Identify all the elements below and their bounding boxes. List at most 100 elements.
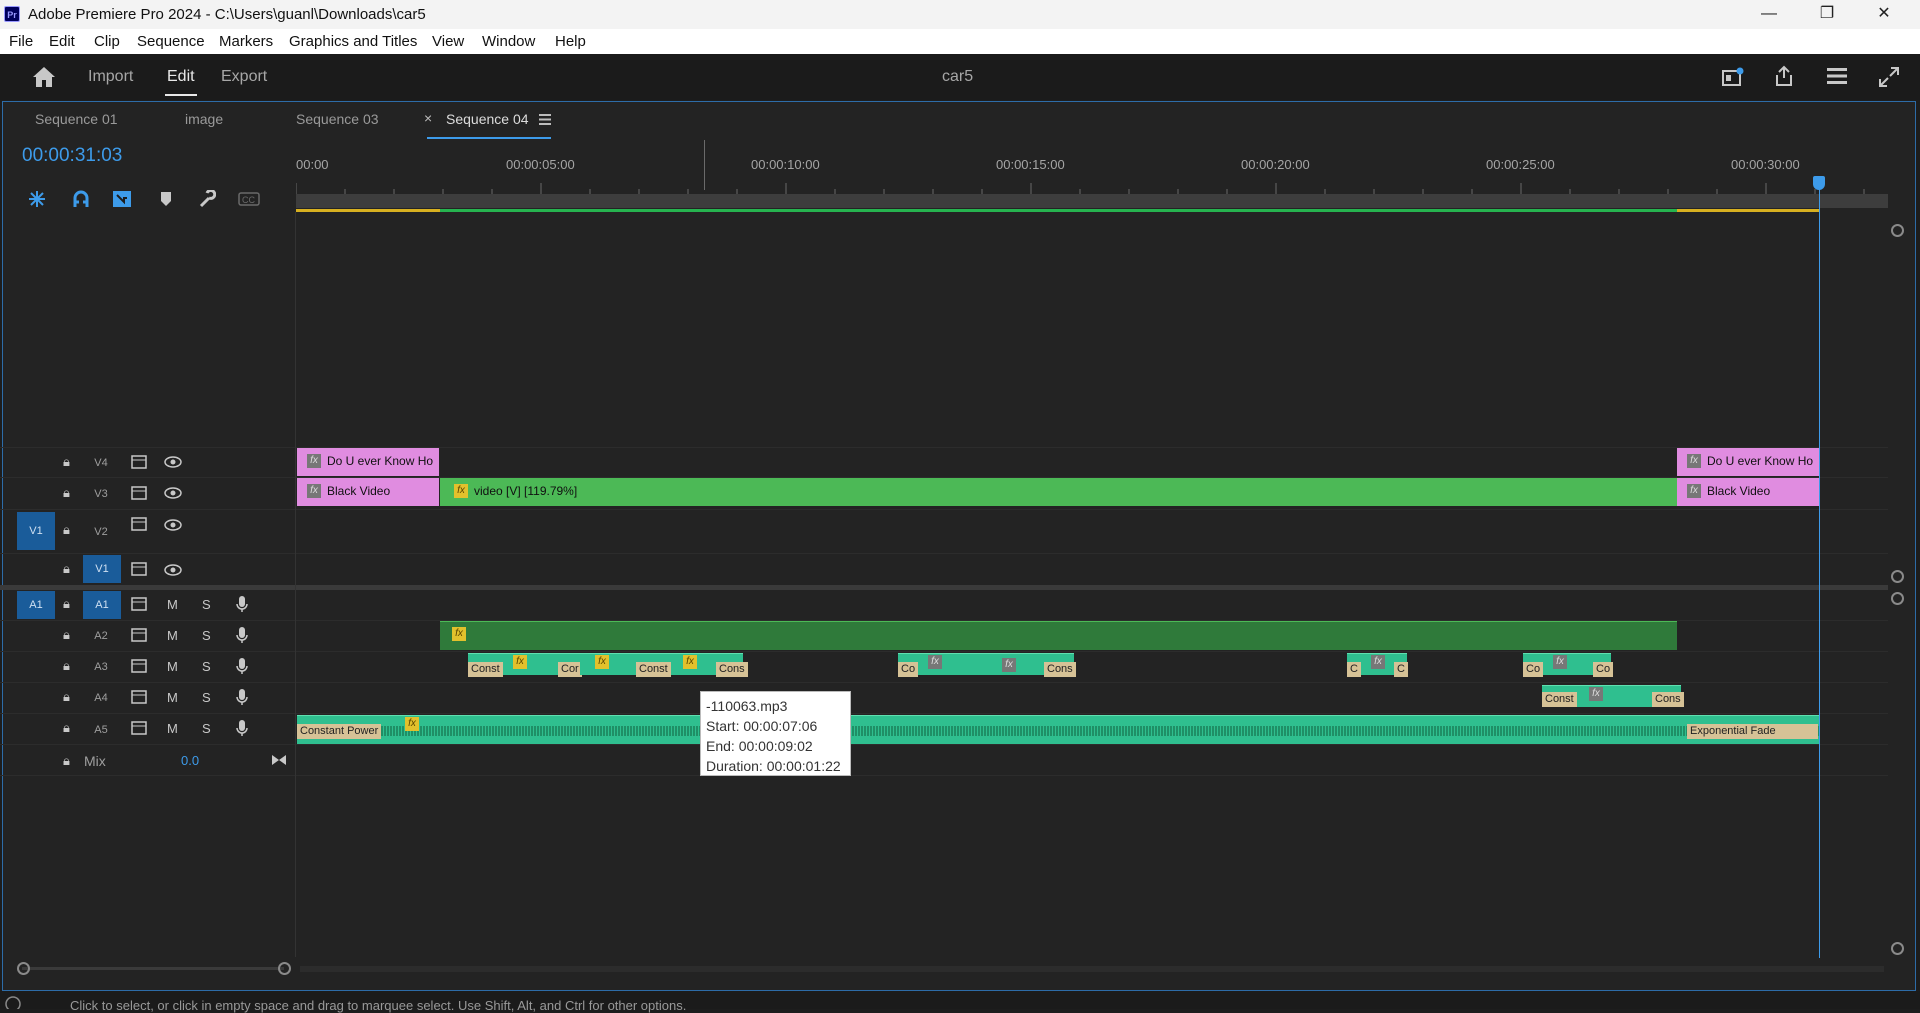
track-name-a5[interactable]: A5	[83, 724, 119, 736]
title-clip[interactable]: fx Do U ever Know Ho	[1677, 448, 1819, 476]
voiceover-mic-icon[interactable]	[236, 719, 248, 737]
sync-lock-icon[interactable]	[131, 597, 147, 611]
source-patch-v1[interactable]: V1	[17, 512, 55, 550]
title-clip[interactable]: fx Do U ever Know Ho	[297, 448, 439, 476]
tab-sequence-03[interactable]: Sequence 03	[296, 111, 379, 127]
timeline-horizontal-scrollbar[interactable]	[300, 966, 1884, 972]
fullscreen-icon[interactable]	[1878, 66, 1900, 88]
audio-clip[interactable]: Const fx Cons	[1542, 685, 1684, 707]
track-name-a2[interactable]: A2	[83, 630, 119, 642]
transition-label[interactable]: Const	[636, 662, 671, 677]
restore-button[interactable]: ❐	[1804, 0, 1850, 29]
mute-button[interactable]: M	[167, 597, 178, 612]
video-scroll-top-knob[interactable]	[1891, 224, 1904, 237]
audio-clip[interactable]: fx Const fx Cons	[580, 653, 748, 677]
mute-button[interactable]: M	[167, 721, 178, 736]
transition-label[interactable]: Exponential Fade	[1687, 724, 1818, 739]
close-window-button[interactable]: ✕	[1861, 0, 1907, 29]
audio-scroll-bottom-knob[interactable]	[1891, 942, 1904, 955]
mute-button[interactable]: M	[167, 628, 178, 643]
toggle-output-eye-icon[interactable]	[164, 564, 182, 576]
import-tab[interactable]: Import	[88, 68, 133, 86]
voiceover-mic-icon[interactable]	[236, 657, 248, 675]
audio-clip[interactable]: Co fx Co	[1523, 653, 1614, 677]
mute-button[interactable]: M	[167, 659, 178, 674]
lock-icon[interactable]: 🔒︎	[63, 561, 70, 577]
nest-icon[interactable]	[28, 190, 46, 208]
audio-clip[interactable]: Co fx fx Cons	[898, 653, 1076, 677]
transition-label[interactable]: Constant Power	[297, 724, 382, 739]
sync-lock-icon[interactable]	[131, 721, 147, 735]
lock-icon[interactable]: 🔒︎	[63, 454, 70, 470]
mix-volume-value[interactable]: 0.0	[181, 753, 199, 768]
zoom-scroll-bar[interactable]	[296, 194, 1888, 208]
menu-markers[interactable]: Markers	[219, 33, 273, 50]
sync-lock-icon[interactable]	[131, 690, 147, 704]
voiceover-mic-icon[interactable]	[236, 626, 248, 644]
menu-clip[interactable]: Clip	[94, 33, 120, 50]
transition-label[interactable]: Co	[1593, 662, 1614, 677]
transition-label[interactable]: Cons	[1044, 662, 1076, 677]
track-name-v2[interactable]: V2	[83, 526, 119, 538]
add-marker-icon[interactable]	[160, 191, 172, 207]
home-icon[interactable]	[32, 66, 56, 88]
track-name-v1[interactable]: V1	[83, 555, 121, 583]
track-name-v3[interactable]: V3	[83, 488, 119, 500]
video-clip[interactable]: fx video [V] [119.79%]	[440, 478, 1677, 506]
header-scroll-knob-right[interactable]	[278, 962, 291, 975]
transition-label[interactable]: Cor	[558, 662, 582, 677]
sync-lock-icon[interactable]	[131, 659, 147, 673]
transition-label[interactable]: C	[1347, 662, 1361, 677]
solo-button[interactable]: S	[202, 659, 211, 674]
solo-button[interactable]: S	[202, 721, 211, 736]
lock-icon[interactable]: 🔒︎	[63, 522, 70, 538]
close-tab-icon[interactable]: ×	[424, 110, 432, 126]
share-icon[interactable]	[1774, 65, 1794, 87]
snap-icon[interactable]	[72, 190, 90, 208]
quick-export-icon[interactable]	[1722, 67, 1744, 87]
voiceover-mic-icon[interactable]	[236, 688, 248, 706]
solo-button[interactable]: S	[202, 690, 211, 705]
lock-icon[interactable]: 🔒︎	[63, 689, 70, 705]
playhead-handle[interactable]	[1813, 176, 1825, 190]
menu-window[interactable]: Window	[482, 33, 535, 50]
voiceover-mic-icon[interactable]	[236, 595, 248, 613]
menu-help[interactable]: Help	[555, 33, 586, 50]
captions-icon[interactable]: CC	[238, 192, 260, 206]
tab-sequence-01[interactable]: Sequence 01	[35, 111, 118, 127]
toggle-output-eye-icon[interactable]	[164, 456, 182, 468]
minimize-button[interactable]: —	[1746, 0, 1792, 29]
transition-label[interactable]: C	[1394, 662, 1408, 677]
playhead-line[interactable]	[1819, 180, 1820, 958]
sync-lock-icon[interactable]	[131, 562, 147, 576]
audio-clip-a2[interactable]: fx	[440, 621, 1677, 650]
menu-sequence[interactable]: Sequence	[137, 33, 205, 50]
toggle-output-eye-icon[interactable]	[164, 487, 182, 499]
mute-button[interactable]: M	[167, 690, 178, 705]
edit-tab[interactable]: Edit	[167, 68, 195, 86]
solo-button[interactable]: S	[202, 597, 211, 612]
sync-lock-icon[interactable]	[131, 517, 147, 531]
playhead-timecode[interactable]: 00:00:31:03	[22, 145, 122, 167]
audio-scroll-top-knob[interactable]	[1891, 592, 1904, 605]
export-tab[interactable]: Export	[221, 68, 267, 86]
menu-graphics-and-titles[interactable]: Graphics and Titles	[289, 33, 417, 50]
track-name-a1[interactable]: A1	[83, 591, 121, 619]
transition-label[interactable]: Co	[1523, 662, 1544, 677]
sync-lock-icon[interactable]	[131, 628, 147, 642]
transition-label[interactable]: Const	[468, 662, 503, 677]
menu-file[interactable]: File	[9, 33, 33, 50]
track-name-a3[interactable]: A3	[83, 661, 119, 673]
transition-label[interactable]: Co	[898, 662, 919, 677]
solo-button[interactable]: S	[202, 628, 211, 643]
video-scroll-bottom-knob[interactable]	[1891, 570, 1904, 583]
transition-label[interactable]: Cons	[1652, 692, 1684, 707]
time-ruler-ticks[interactable]	[296, 175, 1888, 195]
transition-label[interactable]: Cons	[716, 662, 748, 677]
music-audio-clip[interactable]: Constant Power fx Exponential Fade	[297, 715, 1819, 744]
black-video-clip[interactable]: fx Black Video	[1677, 478, 1819, 506]
track-name-v4[interactable]: V4	[83, 457, 119, 469]
track-name-a4[interactable]: A4	[83, 692, 119, 704]
lock-icon[interactable]: 🔒︎	[63, 485, 70, 501]
transition-label[interactable]: Const	[1542, 692, 1577, 707]
